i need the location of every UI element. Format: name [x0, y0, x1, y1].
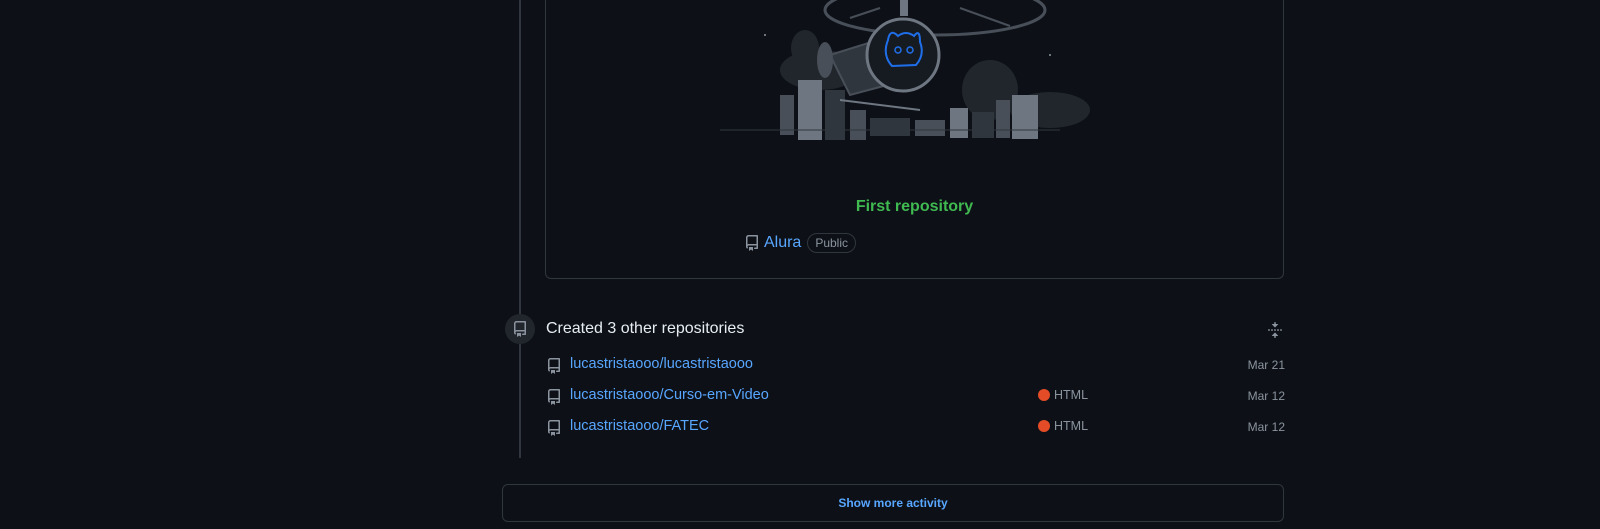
repo-date: Mar 12	[1247, 389, 1285, 403]
first-repository-line: Alura Public	[0, 233, 1600, 253]
repo-link[interactable]: lucastristaooo/FATEC	[570, 418, 709, 434]
octocat-helicopter-illustration	[720, 0, 1090, 140]
language-label: HTML	[1054, 388, 1089, 402]
repo-date: Mar 12	[1247, 420, 1285, 434]
language-color-dot	[1038, 389, 1050, 401]
fold-icon	[1268, 322, 1282, 338]
repo-language: HTML	[1038, 419, 1088, 433]
timeline-line	[519, 0, 521, 458]
repo-icon	[745, 235, 758, 251]
event-title: Created 3 other repositories	[546, 320, 745, 337]
repo-list-item: lucastristaooo/FATEC HTML Mar 12	[546, 417, 1285, 441]
first-repository-link[interactable]: Alura	[764, 234, 801, 252]
repo-icon	[548, 358, 560, 374]
repo-link[interactable]: lucastristaooo/Curso-em-Video	[570, 387, 769, 403]
language-color-dot	[1038, 420, 1050, 432]
repo-list-item: lucastristaooo/lucastristaooo Mar 21	[546, 355, 1285, 379]
language-label: HTML	[1054, 419, 1089, 433]
timeline-event-badge	[505, 314, 535, 344]
first-repository-heading: First repository	[855, 198, 974, 215]
repo-date: Mar 21	[1247, 358, 1285, 372]
visibility-badge: Public	[807, 233, 857, 253]
collapse-button[interactable]	[1266, 321, 1284, 339]
repo-link[interactable]: lucastristaooo/lucastristaooo	[570, 356, 753, 372]
repo-icon	[548, 389, 560, 405]
repo-icon	[548, 420, 560, 436]
repo-language: HTML	[1038, 388, 1088, 402]
show-more-activity-button[interactable]: Show more activity	[502, 484, 1284, 522]
repo-icon	[514, 321, 526, 337]
repo-list-item: lucastristaooo/Curso-em-Video HTML Mar 1…	[546, 386, 1285, 410]
